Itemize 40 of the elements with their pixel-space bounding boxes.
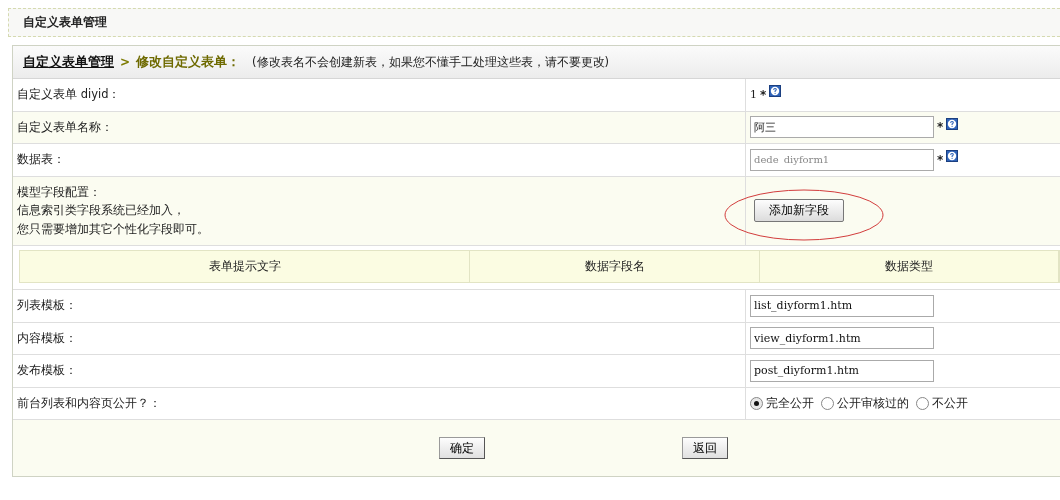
field-label: 列表模板： (17, 298, 78, 314)
text-input[interactable]: post_diyform1.htm (750, 359, 934, 382)
breadcrumb-link[interactable]: 自定义表单管理 (23, 53, 114, 71)
field-label: 模型字段配置： (17, 184, 102, 201)
radio-option[interactable]: 公开审核过的 (821, 394, 909, 412)
column-header: 表单提示文字 (20, 251, 470, 283)
required-marker: * (937, 120, 944, 135)
radio-button[interactable] (750, 396, 763, 410)
breadcrumb-note: (修改表名不会创建新表，如果您不懂手工处理这些表，请不要更改) (252, 54, 610, 70)
field-label: 自定义表单名称： (17, 119, 114, 136)
action-button[interactable]: 返回 (682, 437, 728, 460)
radio-button[interactable] (916, 396, 929, 410)
radio-label: 不公开 (932, 394, 968, 412)
help-icon[interactable] (769, 85, 782, 97)
radio-label: 完全公开 (766, 394, 814, 412)
field-label: 发布模板： (17, 363, 78, 379)
field-label: 自定义表单 diyid： (17, 87, 122, 103)
breadcrumb-current: 修改自定义表单： (136, 53, 241, 71)
field-label: 内容模板： (17, 330, 78, 347)
field-label: 信息索引类字段系统已经加入， (17, 203, 186, 219)
action-button[interactable]: 确定 (439, 437, 485, 460)
required-marker: * (760, 87, 767, 102)
text-input[interactable]: view_diyform1.htm (750, 327, 934, 350)
radio-option[interactable]: 不公开 (916, 394, 968, 412)
add-field-button[interactable]: 添加新字段 (754, 199, 844, 223)
column-header: 数据类型 (760, 251, 1059, 283)
field-label: 前台列表和内容页公开？： (17, 395, 162, 412)
page-title: 自定义表单管理 (8, 8, 1060, 37)
field-label: 您只需要增加其它个性化字段即可。 (17, 221, 210, 238)
text-input[interactable]: 阿三 (750, 116, 934, 139)
text-input[interactable]: list_diyform1.htm (750, 294, 934, 317)
field-label: 数据表： (17, 152, 66, 168)
required-marker: * (937, 152, 944, 167)
radio-button[interactable] (821, 396, 834, 410)
column-header: 数据字段名 (470, 251, 760, 283)
help-icon[interactable] (946, 117, 959, 130)
field-value: 1 (750, 88, 757, 102)
radio-option[interactable]: 完全公开 (750, 394, 814, 412)
breadcrumb-separator: > (120, 55, 131, 69)
radio-label: 公开审核过的 (837, 394, 909, 412)
